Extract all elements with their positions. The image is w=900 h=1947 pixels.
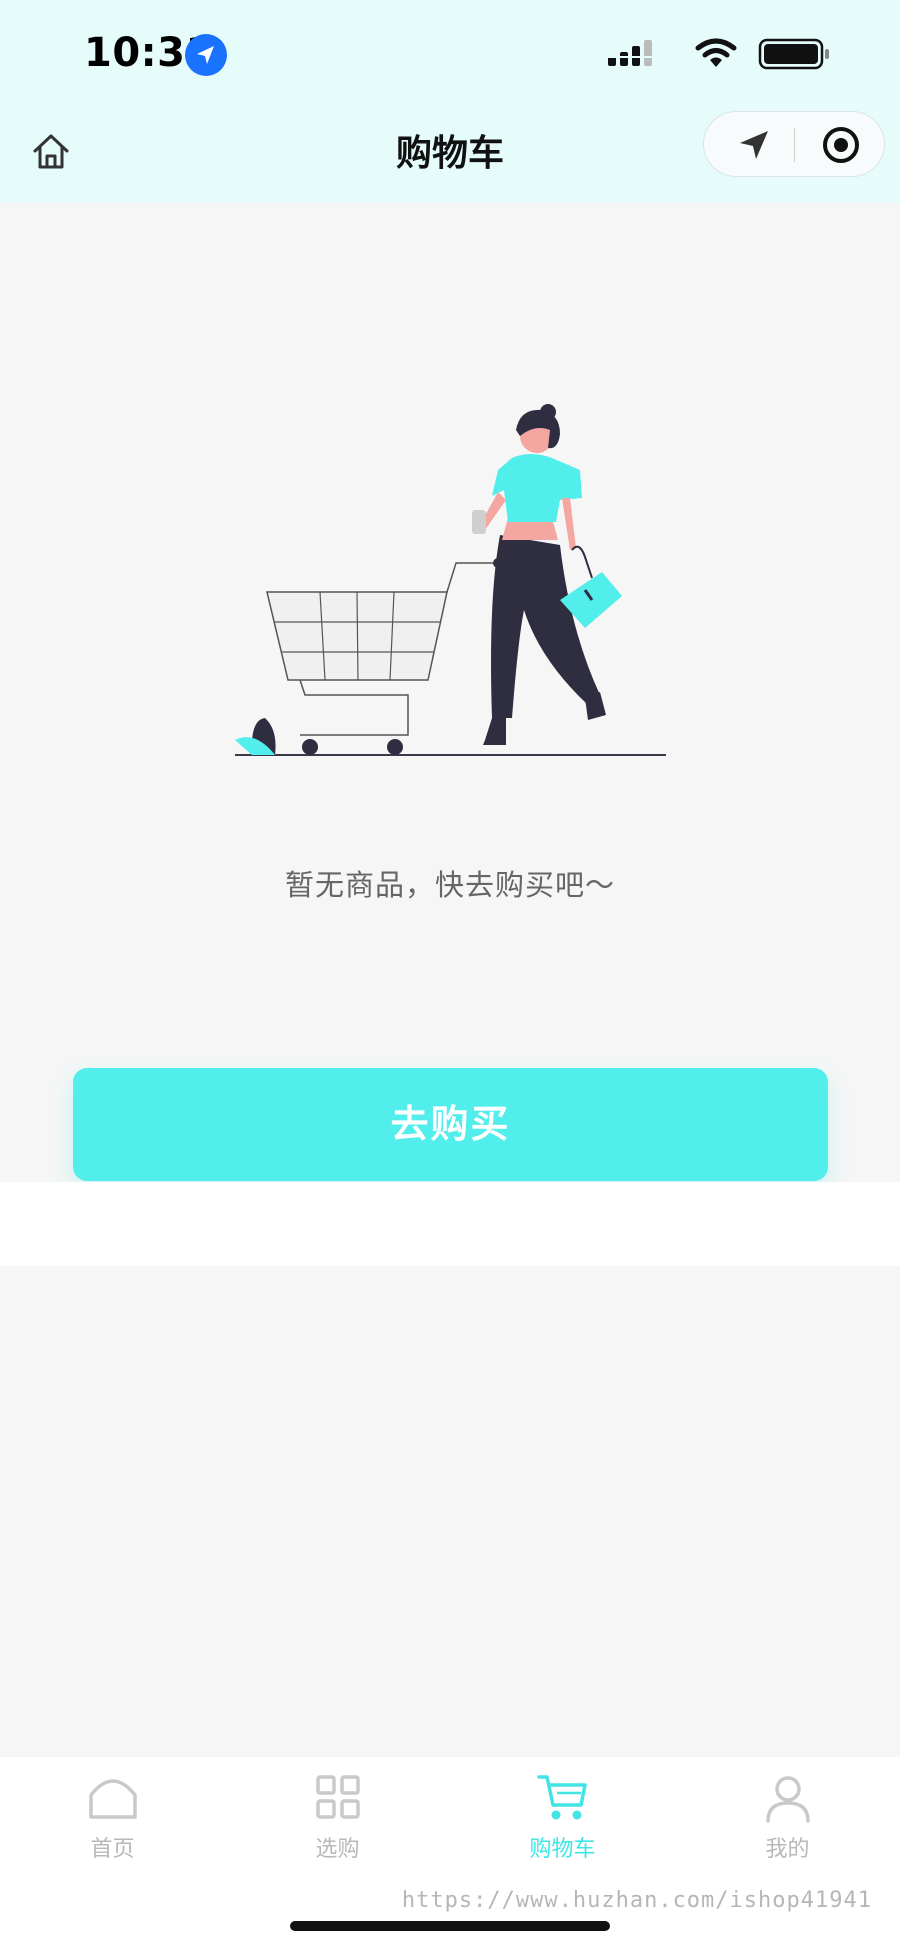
cart-icon xyxy=(536,1775,587,1820)
tab-browse-label: 选购 xyxy=(315,1837,360,1862)
location-arrow-button[interactable] xyxy=(734,125,774,165)
capsule-divider xyxy=(794,128,795,162)
mini-program-capsule xyxy=(703,111,885,177)
tab-home[interactable]: 首页 xyxy=(0,1769,225,1879)
battery-icon xyxy=(758,38,829,70)
target-icon xyxy=(823,127,859,163)
wifi-icon xyxy=(695,38,737,67)
empty-cart-message: 暂无商品，快去购买吧～ xyxy=(284,868,615,902)
home-outline-icon xyxy=(88,1779,137,1819)
tab-profile-label: 我的 xyxy=(765,1837,810,1862)
cart-page: 10:31 购物车 暂无商品，快去购买吧～ 去购买 首页 选购 购物车 我的 h… xyxy=(0,0,900,1947)
user-icon xyxy=(765,1776,810,1823)
go-shopping-button[interactable]: 去购买 xyxy=(73,1068,828,1181)
home-indicator xyxy=(290,1921,610,1931)
cellular-signal-icon xyxy=(608,40,652,66)
tab-home-label: 首页 xyxy=(90,1837,135,1862)
empty-cart-illustration xyxy=(230,400,670,765)
close-mini-program-button[interactable] xyxy=(821,125,861,165)
location-arrow-icon xyxy=(740,131,768,159)
spacer-band xyxy=(0,1182,900,1266)
grid-icon xyxy=(315,1775,360,1819)
watermark-text: https://www.huzhan.com/ishop41941 xyxy=(401,1888,872,1913)
tab-cart[interactable]: 购物车 xyxy=(450,1769,675,1879)
location-services-icon xyxy=(185,34,227,76)
tab-profile[interactable]: 我的 xyxy=(675,1769,900,1879)
tab-bar: 首页 选购 购物车 我的 xyxy=(0,1757,900,1947)
header: 10:31 购物车 xyxy=(0,0,900,203)
tab-browse[interactable]: 选购 xyxy=(225,1769,450,1879)
status-indicators xyxy=(600,36,840,70)
tab-cart-label: 购物车 xyxy=(529,1837,596,1862)
